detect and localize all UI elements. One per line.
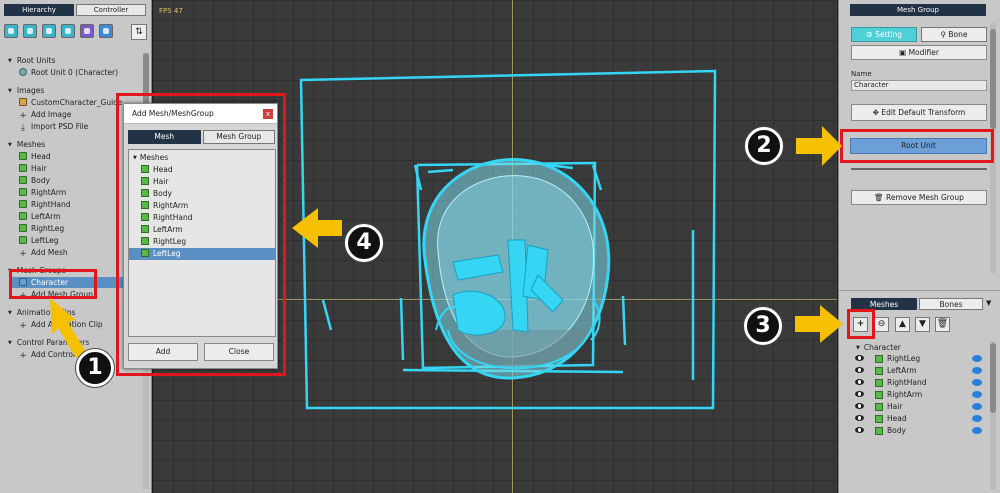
step-number-2: 2 [745, 127, 783, 165]
arrow-icon [292, 208, 342, 248]
arrow-icon [796, 126, 842, 166]
arrow-overlay [50, 126, 843, 358]
step-number-3: 3 [744, 307, 782, 345]
step-number-4: 4 [345, 224, 383, 262]
arrow-icon [795, 305, 843, 343]
arrow-icon [50, 298, 86, 358]
step-number-1: 1 [76, 349, 114, 387]
